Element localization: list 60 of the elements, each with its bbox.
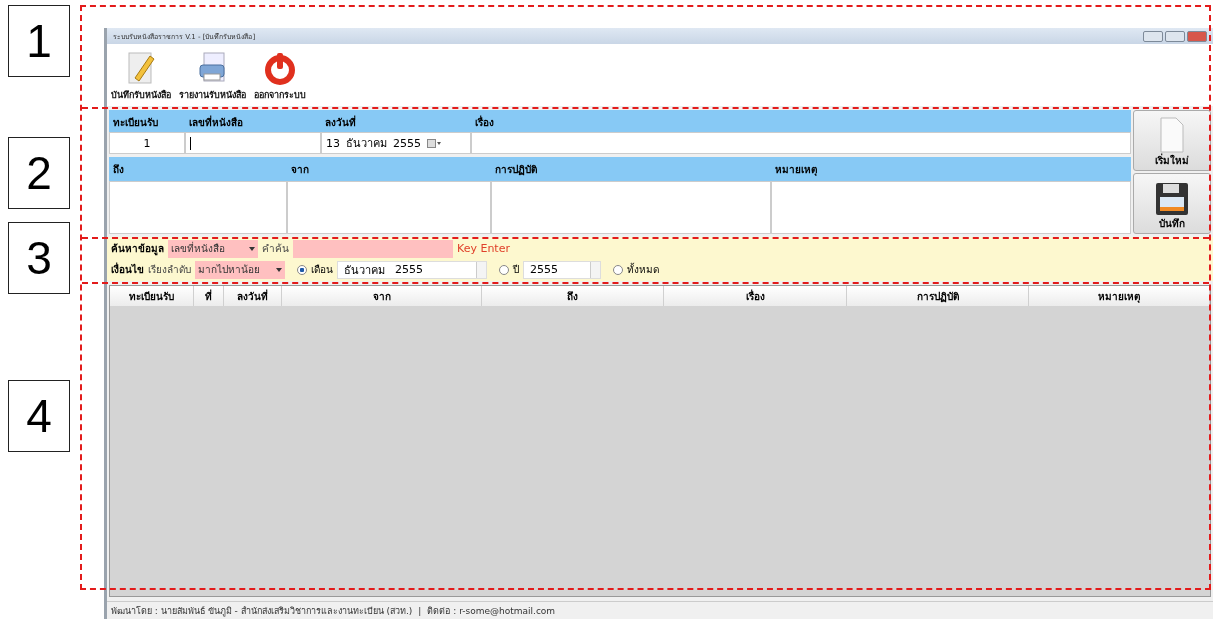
search-field-dropdown[interactable]: เลขที่หนังสือ xyxy=(168,239,258,258)
radio-icon[interactable] xyxy=(613,264,623,275)
column-header[interactable]: ที่ xyxy=(194,286,224,306)
annotation-number: 2 xyxy=(8,137,70,209)
field-label: หมายเหตุ xyxy=(774,163,818,178)
keyword-field[interactable] xyxy=(293,239,453,258)
minimize-button[interactable] xyxy=(1143,30,1163,42)
text-area[interactable] xyxy=(771,181,1131,234)
contact-text: ติดต่อ : r-some@hotmail.com xyxy=(427,604,556,618)
period-spinner[interactable]: ธันวาคม 2555 xyxy=(337,260,487,279)
column-header[interactable]: หมายเหตุ xyxy=(1029,286,1210,306)
field-label: ทะเบียนรับ xyxy=(112,116,159,130)
toolbar-button[interactable]: รายงานรับหนังสือ xyxy=(179,50,246,102)
save-button[interactable]: บันทึก xyxy=(1133,173,1211,234)
radio-option[interactable]: เดือน xyxy=(297,262,333,277)
text-area[interactable] xyxy=(287,181,491,234)
field-label: ลงวันที่ xyxy=(324,114,357,130)
search-label: ค้นหาข้อมูล xyxy=(111,242,164,256)
annotation-number: 1 xyxy=(8,5,70,77)
hint-text: Key Enter xyxy=(457,242,510,255)
document-icon xyxy=(1159,117,1185,153)
calendar-dropdown-icon[interactable] xyxy=(427,138,441,148)
field-label: จาก xyxy=(290,163,310,177)
column-header[interactable]: เรื่อง xyxy=(664,286,847,306)
field-label: เรื่อง xyxy=(474,114,495,130)
register-number-field[interactable]: 1 xyxy=(109,132,185,154)
column-header[interactable]: ลงวันที่ xyxy=(224,286,282,306)
condition-label: เงื่อนไข xyxy=(111,262,144,277)
sort-label: เรียงลำดับ xyxy=(148,263,191,277)
new-button[interactable]: เริ่มใหม่ xyxy=(1133,110,1211,171)
period-spinner[interactable]: 2555 xyxy=(523,260,601,279)
maximize-button[interactable] xyxy=(1165,30,1185,42)
radio-option[interactable]: ปี xyxy=(499,262,519,277)
field-label: การปฏิบัติ xyxy=(494,163,538,178)
annotation-number: 4 xyxy=(8,380,70,452)
annotation-number: 3 xyxy=(8,222,70,294)
dropdown-arrow-icon[interactable] xyxy=(249,246,255,251)
radio-option[interactable]: ทั้งหมด xyxy=(613,262,659,277)
radio-icon[interactable] xyxy=(499,264,509,275)
keyword-label: คำค้น xyxy=(262,242,289,256)
text-field[interactable] xyxy=(185,132,321,154)
text-area[interactable] xyxy=(109,181,287,234)
radio-icon[interactable] xyxy=(297,264,307,275)
text-area[interactable] xyxy=(491,181,771,234)
column-header[interactable]: จาก xyxy=(282,286,482,306)
dropdown-arrow-icon[interactable] xyxy=(276,267,282,272)
field-label: เลขที่หนังสือ xyxy=(188,114,244,130)
column-header[interactable]: การปฏิบัติ xyxy=(847,286,1029,306)
column-header[interactable]: ถึง xyxy=(482,286,664,306)
developer-text: พัฒนาโดย : นายสัมพันธ์ ขันภูมิ - สำนักส่งเสริมวิชาการและงานทะเบียน (สวท.) xyxy=(111,604,413,618)
field-label: ถึง xyxy=(112,163,125,177)
column-header[interactable]: ทะเบียนรับ xyxy=(110,286,194,306)
sort-dropdown[interactable]: มากไปหาน้อย xyxy=(195,260,285,279)
toolbar-button[interactable]: ออกจากระบบ xyxy=(254,50,306,102)
separator-text: | xyxy=(418,605,422,616)
text-field[interactable] xyxy=(471,132,1131,154)
date-picker[interactable]: 13 ธันวาคม 2555 xyxy=(321,132,471,154)
close-button[interactable] xyxy=(1187,30,1207,42)
power-icon xyxy=(262,50,298,86)
toolbar-button[interactable]: บันทึกรับหนังสือ xyxy=(111,50,171,102)
